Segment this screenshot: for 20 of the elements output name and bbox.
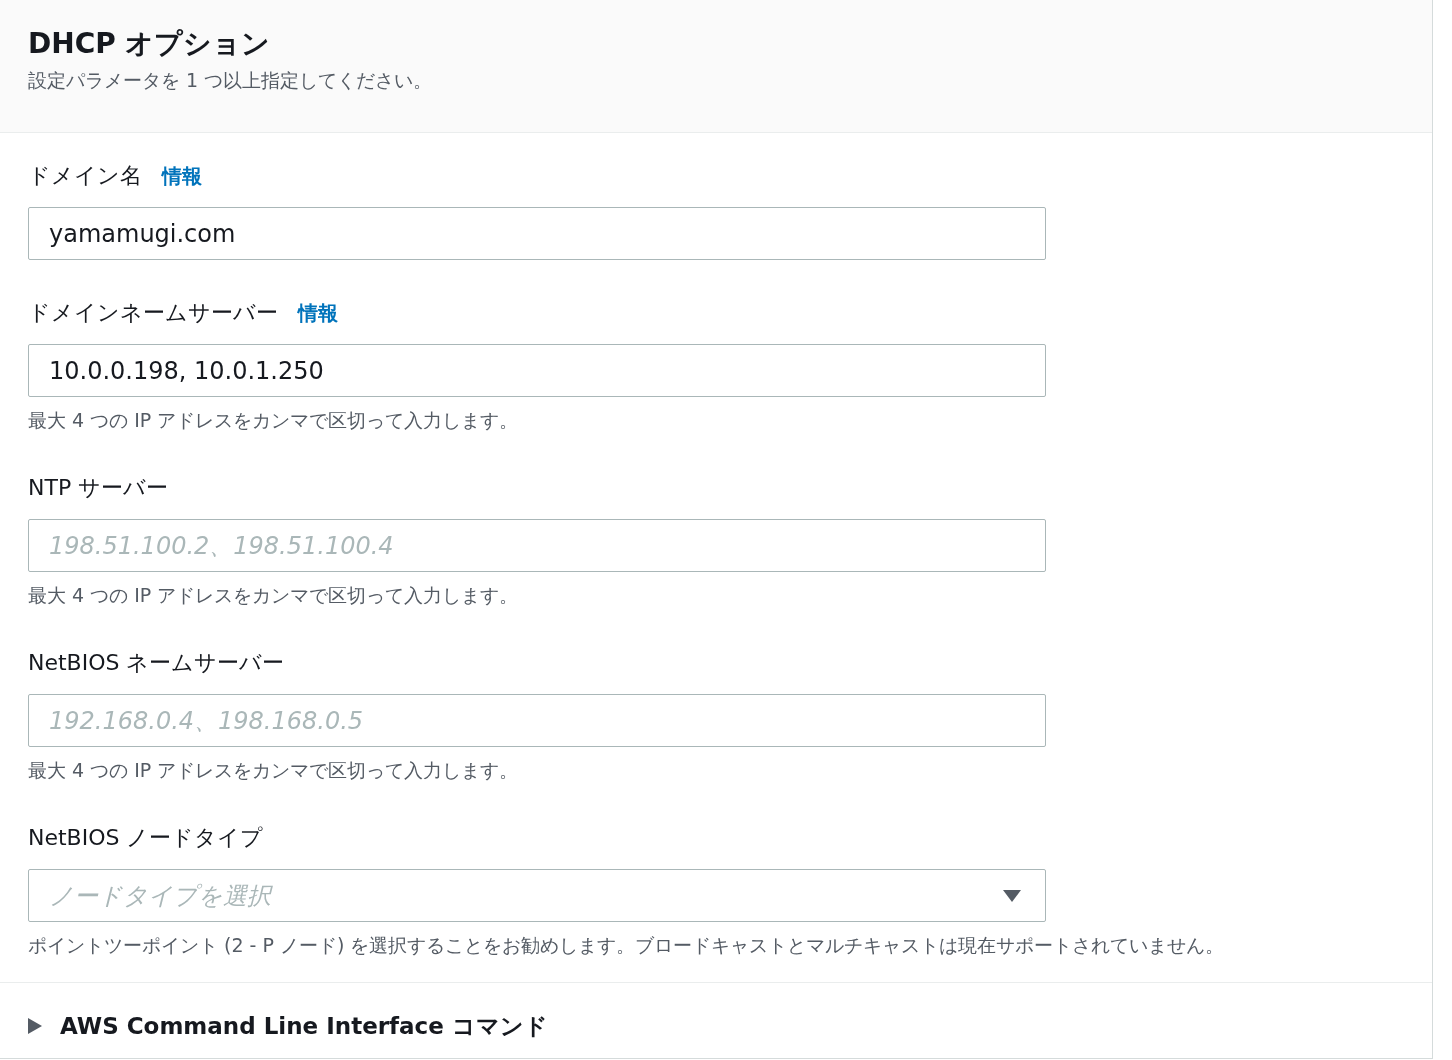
caret-right-icon xyxy=(28,1018,42,1035)
caret-down-icon xyxy=(1003,889,1021,902)
field-hint: ポイントツーポイント (2 - P ノード) を選択することをお勧めします。ブロードキャストとマルチキャストは現在サポートされていません。 xyxy=(28,933,1225,958)
info-link[interactable]: 情報 xyxy=(162,161,202,191)
field-label: NTP サーバー xyxy=(28,474,169,502)
field-label: ドメインネームサーバー xyxy=(28,299,278,327)
expand-toggle[interactable]: AWS Command Line Interface コマンド xyxy=(28,1009,548,1044)
section-title: DHCP オプション xyxy=(28,26,271,62)
text-input-field[interactable]: 192.168.0.4、198.168.0.5 xyxy=(28,694,1046,747)
info-link[interactable]: 情報 xyxy=(298,298,338,328)
field-hint: 最大 4 つの IP アドレスをカンマで区切って入力します。 xyxy=(28,408,519,433)
field-hint: 最大 4 つの IP アドレスをカンマで区切って入力します。 xyxy=(28,583,519,608)
field-label: NetBIOS ノードタイプ xyxy=(28,824,264,852)
field-label: NetBIOS ネームサーバー xyxy=(28,649,285,677)
text-input-field[interactable]: yamamugi.com xyxy=(28,207,1046,260)
field-label: ドメイン名 xyxy=(28,162,142,190)
field-hint: 最大 4 つの IP アドレスをカンマで区切って入力します。 xyxy=(28,758,519,783)
text-input-field[interactable]: 10.0.0.198, 10.0.1.250 xyxy=(28,344,1046,397)
text-input-field[interactable]: 198.51.100.2、198.51.100.4 xyxy=(28,519,1046,572)
section-description: 設定パラメータを 1 つ以上指定してください。 xyxy=(28,68,433,93)
